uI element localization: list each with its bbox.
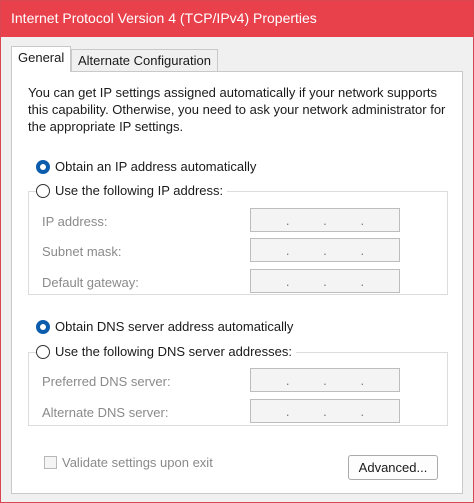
obtain-ip-auto-option[interactable]: Obtain an IP address automatically: [36, 159, 261, 174]
intro-text: You can get IP settings assigned automat…: [28, 85, 446, 134]
subnet-mask-label: Subnet mask:: [42, 244, 122, 259]
alternate-dns-input[interactable]: ...: [250, 399, 400, 423]
use-following-ip-radio[interactable]: [36, 183, 50, 198]
ipv4-properties-window: Internet Protocol Version 4 (TCP/IPv4) P…: [0, 0, 474, 503]
obtain-dns-auto-label: Obtain DNS server address automatically: [55, 319, 294, 334]
preferred-dns-input[interactable]: ...: [250, 368, 400, 392]
use-following-dns-label: Use the following DNS server addresses:: [55, 344, 292, 359]
tab-general[interactable]: General: [11, 46, 72, 72]
window-title: Internet Protocol Version 4 (TCP/IPv4) P…: [11, 10, 317, 26]
obtain-dns-auto-radio[interactable]: [36, 319, 50, 334]
general-tab-panel: You can get IP settings assigned automat…: [11, 71, 463, 494]
default-gateway-input[interactable]: ...: [250, 269, 400, 293]
subnet-mask-input[interactable]: ...: [250, 238, 400, 262]
alternate-dns-label: Alternate DNS server:: [42, 405, 169, 420]
obtain-dns-auto-option[interactable]: Obtain DNS server address automatically: [36, 319, 298, 334]
validate-settings-label: Validate settings upon exit: [62, 455, 213, 470]
preferred-dns-label: Preferred DNS server:: [42, 374, 171, 389]
use-following-dns-option[interactable]: Use the following DNS server addresses:: [36, 344, 296, 359]
use-following-ip-option[interactable]: Use the following IP address:: [36, 183, 228, 198]
tab-general-label: General: [18, 50, 65, 65]
title-bar[interactable]: Internet Protocol Version 4 (TCP/IPv4) P…: [1, 1, 473, 37]
tab-alternate-configuration-label: Alternate Configuration: [78, 53, 211, 68]
advanced-button[interactable]: Advanced...: [348, 455, 438, 480]
obtain-ip-auto-label: Obtain an IP address automatically: [55, 159, 257, 174]
ip-address-label: IP address:: [42, 214, 108, 229]
use-following-ip-label: Use the following IP address:: [55, 183, 224, 198]
validate-settings-checkbox[interactable]: [44, 456, 57, 469]
ip-address-input[interactable]: ...: [250, 208, 400, 232]
tab-alternate-configuration[interactable]: Alternate Configuration: [71, 49, 218, 72]
validate-settings-option[interactable]: Validate settings upon exit: [44, 455, 213, 470]
default-gateway-label: Default gateway:: [42, 275, 139, 290]
use-following-dns-radio[interactable]: [36, 344, 50, 359]
obtain-ip-auto-radio[interactable]: [36, 159, 50, 174]
